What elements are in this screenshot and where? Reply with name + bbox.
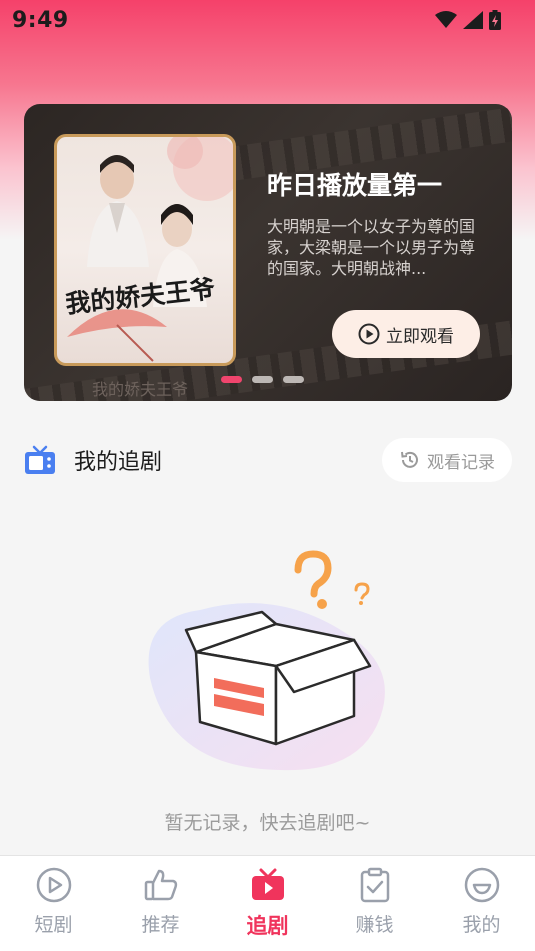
featured-banner[interactable]: 我的娇夫王爷 我的娇夫王爷 昨日播放量第一 大明朝是一个以女子为尊的国家，大梁朝… bbox=[24, 104, 512, 401]
nav-item-profile[interactable]: 我的 bbox=[437, 866, 527, 937]
carousel-dot[interactable] bbox=[283, 376, 304, 383]
nav-label: 短剧 bbox=[34, 914, 73, 936]
smile-face-icon bbox=[464, 867, 499, 903]
banner-description: 大明朝是一个以女子为尊的国家，大梁朝是一个以男子为尊的国家。大明朝战神... bbox=[267, 217, 476, 278]
battery-icon bbox=[489, 10, 501, 30]
nav-item-recommend[interactable]: 推荐 bbox=[116, 866, 206, 937]
play-circle-icon bbox=[36, 867, 71, 903]
nav-label: 追剧 bbox=[246, 914, 289, 938]
watch-now-button[interactable]: 立即观看 bbox=[332, 310, 480, 358]
drama-poster[interactable]: 我的娇夫王爷 bbox=[54, 134, 236, 366]
wifi-icon bbox=[435, 11, 457, 28]
history-icon bbox=[401, 451, 418, 468]
poster-artwork bbox=[67, 137, 233, 362]
carousel-indicator bbox=[221, 376, 304, 383]
cell-signal-icon bbox=[463, 11, 483, 29]
nav-item-earn[interactable]: 赚钱 bbox=[330, 866, 420, 937]
play-circle-icon bbox=[358, 323, 380, 345]
watch-history-label: 观看记录 bbox=[427, 452, 495, 472]
poster-caption: 我的娇夫王爷 bbox=[92, 380, 189, 399]
my-dramas-header: 我的追剧 观看记录 bbox=[24, 438, 512, 482]
nav-item-following[interactable]: 追剧 bbox=[223, 866, 313, 940]
watch-now-label: 立即观看 bbox=[386, 326, 454, 346]
nav-label: 推荐 bbox=[141, 914, 180, 936]
nav-item-shorts[interactable]: 短剧 bbox=[9, 866, 99, 937]
section-title-group: 我的追剧 bbox=[24, 444, 162, 476]
clipboard-check-icon bbox=[360, 867, 389, 903]
status-bar: 9:49 bbox=[0, 0, 535, 40]
tv-icon bbox=[25, 445, 55, 474]
nav-label: 赚钱 bbox=[355, 914, 394, 936]
bottom-nav: 短剧 推荐 追剧 赚钱 我的 bbox=[0, 855, 535, 951]
thumbs-up-icon bbox=[144, 869, 177, 901]
banner-title: 昨日播放量第一 bbox=[267, 171, 443, 200]
carousel-dot[interactable] bbox=[252, 376, 273, 383]
tv-icon bbox=[251, 868, 284, 900]
status-icons bbox=[435, 10, 501, 30]
nav-label: 我的 bbox=[462, 914, 501, 936]
empty-state-message: 暂无记录，快去追剧吧~ bbox=[164, 812, 371, 834]
section-title: 我的追剧 bbox=[74, 450, 163, 475]
watch-history-button[interactable]: 观看记录 bbox=[382, 438, 512, 482]
status-time: 9:49 bbox=[12, 7, 69, 33]
carousel-dot[interactable] bbox=[221, 376, 242, 383]
empty-box-illustration bbox=[148, 550, 385, 771]
